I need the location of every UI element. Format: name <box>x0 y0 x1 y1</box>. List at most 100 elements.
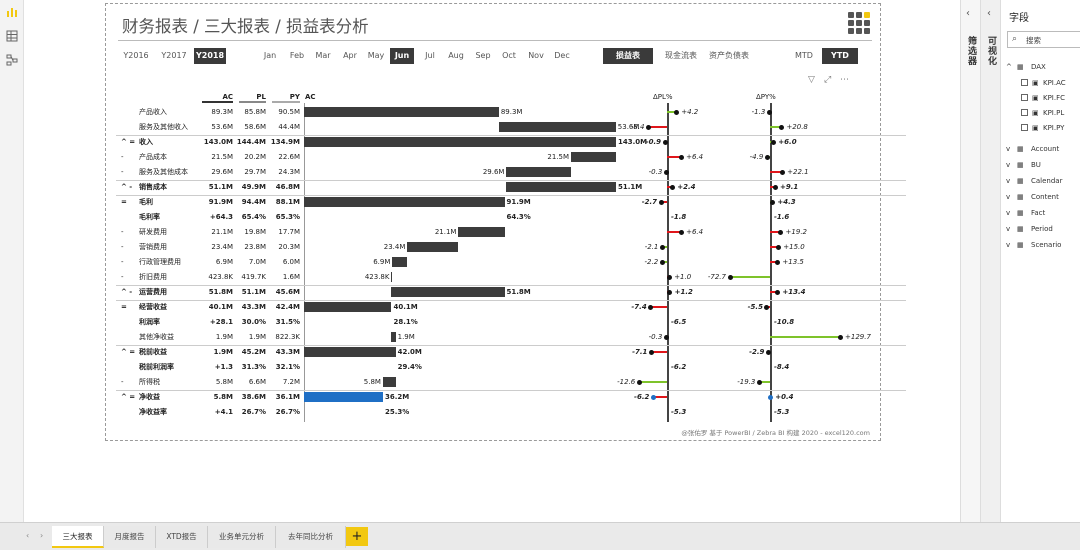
header-underline <box>272 101 300 103</box>
row-py: 20.3M <box>278 243 300 251</box>
row-name: 折旧费用 <box>139 273 167 281</box>
delta-dot-dpy <box>774 259 780 265</box>
month-slicer-jun[interactable]: Jun <box>390 48 414 64</box>
field-table-name[interactable]: Account <box>1031 144 1059 154</box>
delta-label-dpy: -5.3 <box>774 408 790 416</box>
waterfall-bar <box>304 197 505 207</box>
fields-search-input[interactable]: ⌕ 搜索 <box>1007 31 1080 48</box>
page-tab-0[interactable]: 三大报表 <box>52 526 104 548</box>
app-grid-icon[interactable] <box>848 12 870 34</box>
page-tab-1[interactable]: 月度报告 <box>104 526 156 548</box>
table-expand-icon[interactable]: v <box>1006 160 1010 170</box>
dpl-axis <box>667 103 669 422</box>
mode-slicer-ytd[interactable]: YTD <box>822 48 858 64</box>
field-measure-name[interactable]: KPI.FC <box>1043 93 1065 103</box>
table-expand-icon[interactable]: v <box>1006 176 1010 186</box>
table-expand-icon[interactable]: v <box>1006 192 1010 202</box>
month-slicer-nov[interactable]: Nov <box>524 48 548 64</box>
app-grid-cell <box>864 28 870 34</box>
waterfall-label: 5.8M <box>363 378 381 386</box>
table-icon: ▦ <box>1017 161 1024 169</box>
delta-label-dpy: +19.2 <box>785 228 807 236</box>
row-prefix: - <box>121 168 124 176</box>
month-slicer-mar[interactable]: Mar <box>311 48 335 64</box>
model-view-icon[interactable] <box>6 54 18 66</box>
delta-dot-dpy <box>770 139 776 145</box>
field-measure-name[interactable]: KPI.PY <box>1043 123 1064 133</box>
month-slicer-oct[interactable]: Oct <box>497 48 521 64</box>
field-table-name[interactable]: Fact <box>1031 208 1045 218</box>
field-checkbox[interactable] <box>1021 124 1028 131</box>
field-measure-name[interactable]: KPI.AC <box>1043 78 1066 88</box>
month-slicer-sep[interactable]: Sep <box>471 48 495 64</box>
collapse-filters-icon[interactable]: ‹ <box>966 8 970 19</box>
year-slicer-y2016[interactable]: Y2016 <box>120 48 152 64</box>
delta-label-dpy: -2.9 <box>749 348 765 356</box>
month-slicer-may[interactable]: May <box>364 48 388 64</box>
delta-dot-dpy <box>778 124 784 130</box>
row-name: 净收益 <box>139 393 160 401</box>
table-expand-icon[interactable]: v <box>1006 208 1010 218</box>
add-page-button[interactable]: + <box>346 527 368 546</box>
row-name: 其他净收益 <box>139 333 174 341</box>
waterfall-bar <box>391 287 505 297</box>
delta-stem-dpl <box>639 381 667 383</box>
table-expand-icon[interactable]: v <box>1006 224 1010 234</box>
row-name: 营销费用 <box>139 243 167 251</box>
table-expand-icon[interactable]: v <box>1006 240 1010 250</box>
waterfall-label: 51.1M <box>618 183 643 191</box>
report-view-icon[interactable] <box>6 6 18 18</box>
data-view-icon[interactable] <box>6 30 18 42</box>
report-slicer-损益表[interactable]: 损益表 <box>603 48 653 64</box>
waterfall-label: 42.0M <box>397 348 422 356</box>
field-measure-name[interactable]: KPI.PL <box>1043 108 1064 118</box>
page-tab-2[interactable]: XTD报告 <box>156 526 208 548</box>
app-grid-cell <box>856 12 862 18</box>
visualizations-pane-label[interactable]: 可视化 <box>985 36 998 66</box>
field-checkbox[interactable] <box>1021 109 1028 116</box>
filters-pane-label[interactable]: 筛选器 <box>965 36 978 66</box>
field-table-name[interactable]: DAX <box>1031 62 1046 72</box>
waterfall-label: 23.4M <box>383 243 406 251</box>
year-slicer-y2018[interactable]: Y2018 <box>194 48 226 64</box>
month-slicer-jul[interactable]: Jul <box>418 48 442 64</box>
field-table-name[interactable]: Period <box>1031 224 1053 234</box>
page-tab-4[interactable]: 去年同比分析 <box>276 526 346 548</box>
focus-mode-icon[interactable]: ⤢ <box>824 75 834 85</box>
page-tab-3[interactable]: 业务单元分析 <box>208 526 276 548</box>
delta-dot-dpl <box>659 244 665 250</box>
row-name: 毛利率 <box>139 213 160 221</box>
field-table-name[interactable]: Calendar <box>1031 176 1062 186</box>
row-name: 经营收益 <box>139 303 167 311</box>
row-prefix: - <box>121 228 124 236</box>
month-slicer-dec[interactable]: Dec <box>550 48 574 64</box>
mode-slicer-mtd[interactable]: MTD <box>786 48 822 64</box>
table-expand-icon[interactable]: v <box>1006 144 1010 154</box>
more-options-icon[interactable]: ⋯ <box>840 75 850 85</box>
fields-pane-title: 字段 <box>1009 13 1029 24</box>
year-slicer-y2017[interactable]: Y2017 <box>158 48 190 64</box>
report-slicer-现金流表[interactable]: 现金流表 <box>656 48 706 64</box>
prev-page-icon[interactable]: ‹ <box>26 531 29 540</box>
filter-icon[interactable]: ▽ <box>808 75 818 85</box>
field-checkbox[interactable] <box>1021 94 1028 101</box>
month-slicer-jan[interactable]: Jan <box>258 48 282 64</box>
field-table-name[interactable]: Scenario <box>1031 240 1061 250</box>
row-py: 822.3K <box>275 333 300 341</box>
delta-label-dpy: +4.3 <box>777 198 796 206</box>
field-table-name[interactable]: Content <box>1031 192 1059 202</box>
report-slicer-资产负债表[interactable]: 资产负债表 <box>704 48 754 64</box>
delta-dot-dpy <box>766 109 772 115</box>
month-slicer-aug[interactable]: Aug <box>444 48 468 64</box>
next-page-icon[interactable]: › <box>40 531 43 540</box>
table-expand-icon[interactable]: ^ <box>1006 62 1012 72</box>
delta-stem-dpl <box>650 306 667 308</box>
delta-dot-dpl <box>673 109 679 115</box>
row-py: 7.2M <box>282 378 300 386</box>
delta-dot-dpy <box>764 154 770 160</box>
month-slicer-apr[interactable]: Apr <box>338 48 362 64</box>
month-slicer-feb[interactable]: Feb <box>285 48 309 64</box>
collapse-visualizations-icon[interactable]: ‹ <box>987 8 991 19</box>
field-checkbox[interactable] <box>1021 79 1028 86</box>
field-table-name[interactable]: BU <box>1031 160 1041 170</box>
